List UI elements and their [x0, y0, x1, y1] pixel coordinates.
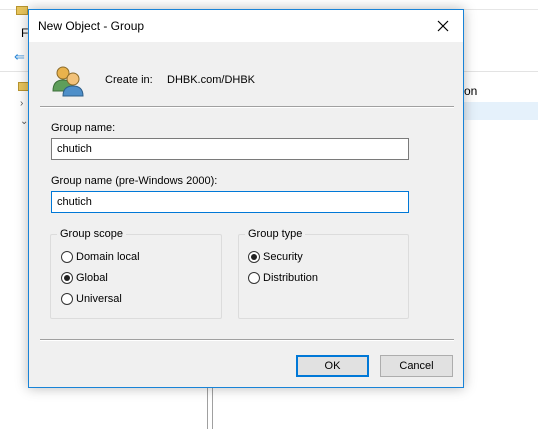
- radio-button-icon[interactable]: [248, 272, 260, 284]
- radio-label: Global: [76, 272, 108, 284]
- scope-global-radio[interactable]: Global: [61, 272, 108, 284]
- scope-universal-radio[interactable]: Universal: [61, 293, 122, 305]
- close-button[interactable]: [423, 10, 463, 42]
- radio-button-icon[interactable]: [61, 293, 73, 305]
- ok-button[interactable]: OK: [296, 355, 369, 377]
- group-name-label: Group name:: [51, 122, 116, 134]
- group-name-input[interactable]: [51, 138, 409, 160]
- scope-domain-local-radio[interactable]: Domain local: [61, 251, 140, 263]
- type-security-radio[interactable]: Security: [248, 251, 303, 263]
- radio-button-icon[interactable]: [61, 251, 73, 263]
- pane-splitter[interactable]: [207, 385, 213, 429]
- pre-windows-2000-input[interactable]: [51, 191, 409, 213]
- divider: [40, 106, 454, 108]
- radio-label: Domain local: [76, 251, 140, 263]
- dialog-title: New Object - Group: [38, 19, 145, 33]
- cancel-button[interactable]: Cancel: [380, 355, 453, 377]
- group-type-box: Group type Security Distribution: [238, 228, 409, 319]
- close-icon: [437, 20, 449, 32]
- group-type-legend: Group type: [245, 228, 306, 240]
- pre-windows-2000-label: Group name (pre-Windows 2000):: [51, 175, 218, 187]
- background-list-pane: on: [464, 72, 538, 122]
- radio-label: Distribution: [263, 272, 319, 284]
- radio-button-icon[interactable]: [248, 251, 260, 263]
- type-distribution-radio[interactable]: Distribution: [248, 272, 318, 284]
- divider: [40, 339, 454, 341]
- chevron-right-icon[interactable]: ›: [20, 98, 23, 109]
- folder-icon: [16, 6, 28, 15]
- create-in-path: DHBK.com/DHBK: [167, 74, 256, 86]
- back-arrow-icon[interactable]: ⇐: [14, 50, 28, 64]
- create-in-label: Create in:: [105, 74, 153, 86]
- radio-button-icon[interactable]: [61, 272, 73, 284]
- radio-label: Security: [263, 251, 303, 263]
- column-header[interactable]: on: [464, 84, 477, 98]
- group-icon: [52, 66, 84, 97]
- selected-row[interactable]: [464, 102, 538, 120]
- radio-label: Universal: [76, 293, 122, 305]
- dialog-titlebar[interactable]: New Object - Group: [29, 10, 463, 42]
- group-scope-box: Group scope Domain local Global Universa…: [50, 228, 222, 319]
- new-object-group-dialog: New Object - Group Create in: DHBK.com/D…: [28, 9, 464, 388]
- group-scope-legend: Group scope: [57, 228, 126, 240]
